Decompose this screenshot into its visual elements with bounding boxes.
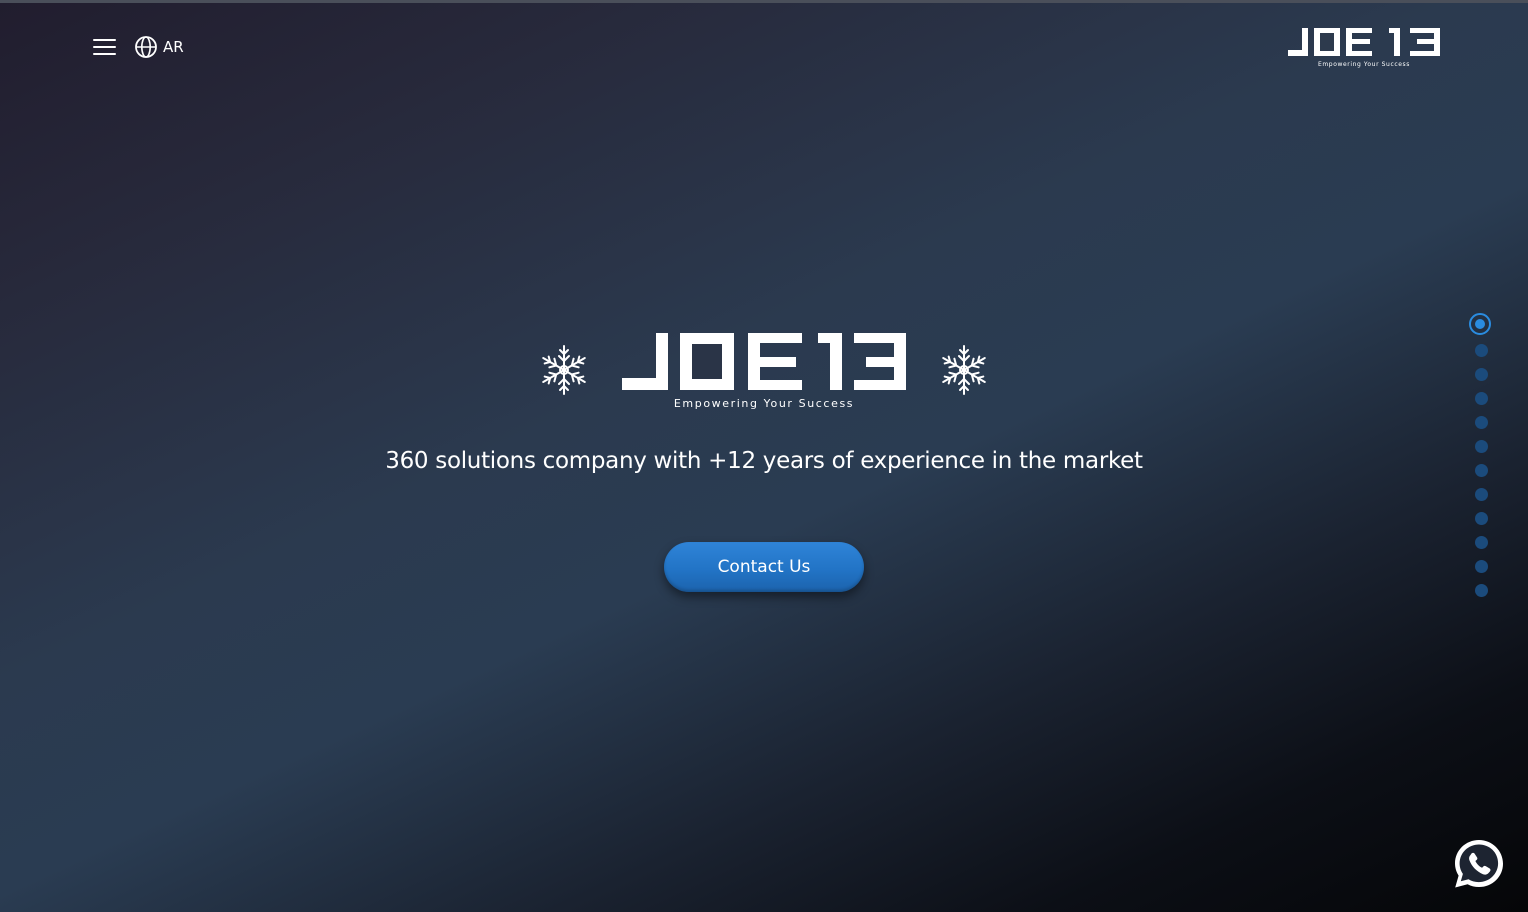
slide-dot[interactable] [1475, 464, 1488, 477]
slide-dot[interactable] [1475, 368, 1488, 381]
slide-dot[interactable] [1475, 584, 1488, 597]
hero-logo: Empowering Your Success [539, 333, 989, 410]
slide-dot[interactable] [1475, 560, 1488, 573]
header-logo-tagline: Empowering Your Success [1318, 61, 1410, 68]
hero-tagline: 360 solutions company with +12 years of … [385, 448, 1143, 474]
slide-dot-active[interactable] [1469, 313, 1491, 335]
hero-logo-tagline: Empowering Your Success [674, 397, 854, 410]
whatsapp-icon[interactable] [1452, 837, 1506, 891]
header-logo[interactable]: Empowering Your Success [1286, 26, 1442, 70]
snowflake-icon [939, 345, 989, 395]
globe-icon [135, 36, 157, 58]
slide-dot[interactable] [1475, 344, 1488, 357]
slide-dot[interactable] [1475, 440, 1488, 453]
hamburger-menu-icon[interactable] [93, 37, 116, 57]
slide-dot[interactable] [1475, 416, 1488, 429]
contact-us-button[interactable]: Contact Us [664, 542, 864, 592]
slide-dot[interactable] [1475, 488, 1488, 501]
slide-dot[interactable] [1475, 512, 1488, 525]
language-switch[interactable]: AR [134, 35, 184, 59]
slide-dot[interactable] [1475, 392, 1488, 405]
language-label: AR [163, 38, 184, 56]
snowflake-icon [539, 345, 589, 395]
slide-dot[interactable] [1475, 536, 1488, 549]
top-border [0, 0, 1528, 3]
